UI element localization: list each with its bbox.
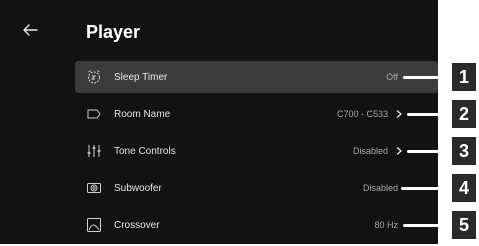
callout-line-1 <box>403 76 450 79</box>
setting-value: Off <box>386 72 398 82</box>
setting-row-subwoofer[interactable]: Subwoofer Disabled <box>75 172 438 204</box>
setting-value: 80 Hz <box>374 220 398 230</box>
callout-badge-2: 2 <box>452 100 476 128</box>
setting-label: Tone Controls <box>114 145 176 157</box>
sliders-icon <box>86 143 102 159</box>
callout-line-5 <box>403 224 450 227</box>
callout-badge-1: 1 <box>452 63 476 91</box>
player-settings-screen: Player Sleep Timer Off Room Name C700 - <box>0 0 438 244</box>
crossover-icon <box>86 217 102 233</box>
callout-line-2 <box>407 113 450 116</box>
chevron-right-icon <box>394 146 404 156</box>
setting-label: Crossover <box>114 219 160 231</box>
setting-row-sleep-timer[interactable]: Sleep Timer Off <box>75 61 438 93</box>
subwoofer-icon <box>86 180 102 196</box>
settings-list: Sleep Timer Off Room Name C700 - C533 To… <box>75 61 438 246</box>
callout-line-4 <box>401 187 450 190</box>
setting-value: C700 - C533 <box>336 109 388 119</box>
setting-value: Disabled <box>352 146 388 156</box>
setting-label: Subwoofer <box>114 182 162 194</box>
setting-label: Room Name <box>114 108 171 120</box>
arrow-left-icon <box>23 24 38 36</box>
setting-row-room-name[interactable]: Room Name C700 - C533 <box>75 98 438 130</box>
callout-badge-5: 5 <box>452 211 476 239</box>
setting-row-crossover[interactable]: Crossover 80 Hz <box>75 209 438 241</box>
callout-badge-4: 4 <box>452 174 476 202</box>
callout-line-3 <box>407 150 450 153</box>
back-button[interactable] <box>20 20 44 40</box>
setting-label: Sleep Timer <box>114 71 168 83</box>
page-title: Player <box>86 22 141 42</box>
setting-row-tone-controls[interactable]: Tone Controls Disabled <box>75 135 438 167</box>
room-tag-icon <box>86 106 102 122</box>
sleep-timer-icon <box>86 69 102 85</box>
setting-value: Disabled <box>362 183 398 193</box>
callout-badge-3: 3 <box>452 137 476 165</box>
chevron-right-icon <box>394 109 404 119</box>
